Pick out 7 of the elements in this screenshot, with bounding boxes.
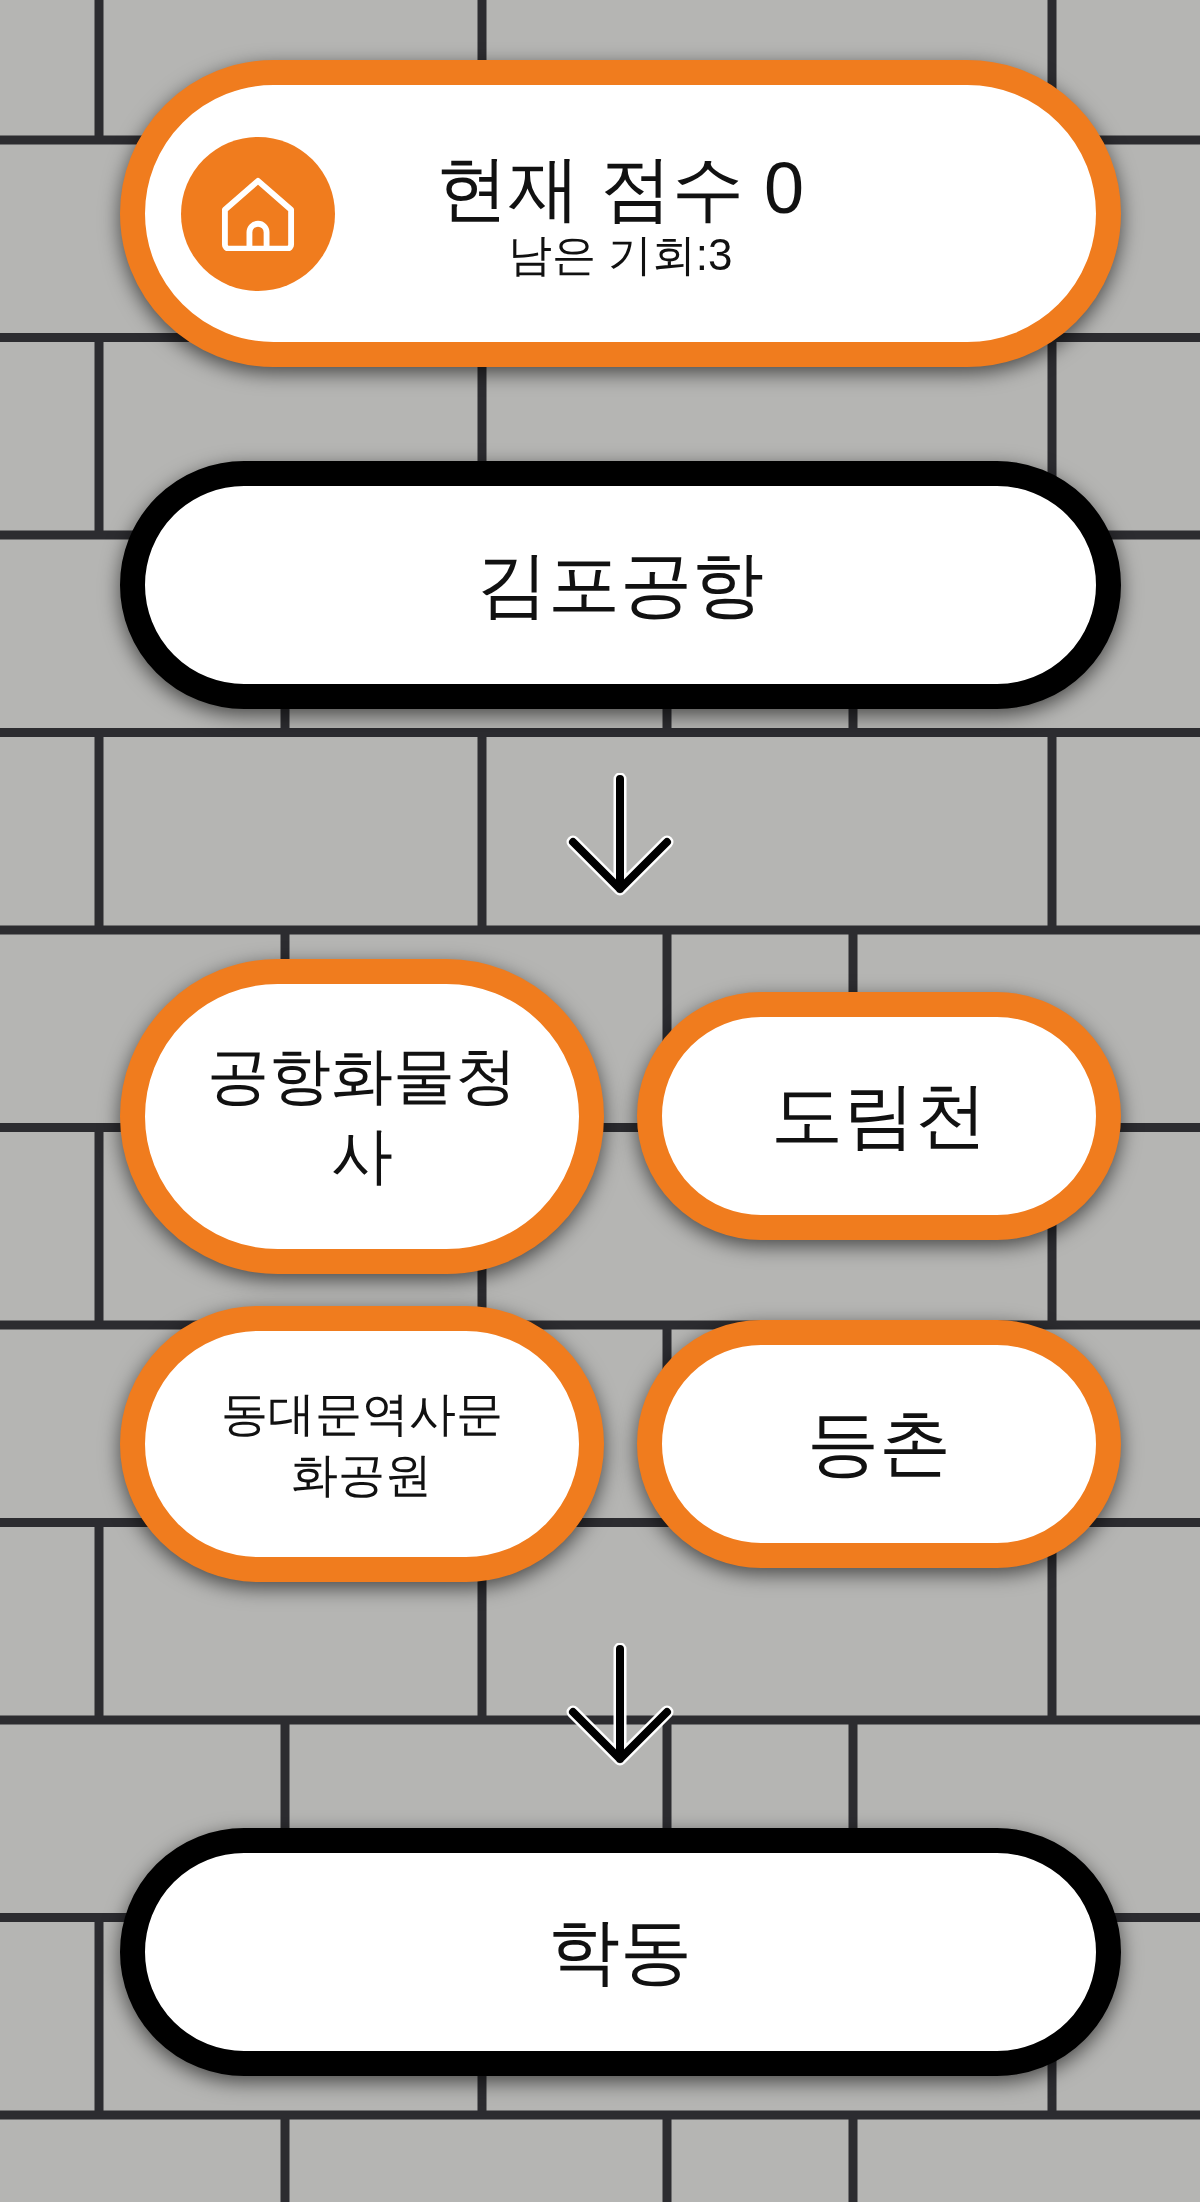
down-arrow-icon	[565, 1642, 675, 1767]
home-icon	[219, 176, 296, 251]
chances-remaining: 남은 기회:3	[507, 229, 733, 281]
down-arrow-icon	[565, 772, 675, 897]
score-title: 현재 점수 0	[435, 146, 805, 230]
end-station-label: 학동	[119, 1827, 1121, 2076]
start-station-label: 김포공항	[119, 461, 1121, 709]
